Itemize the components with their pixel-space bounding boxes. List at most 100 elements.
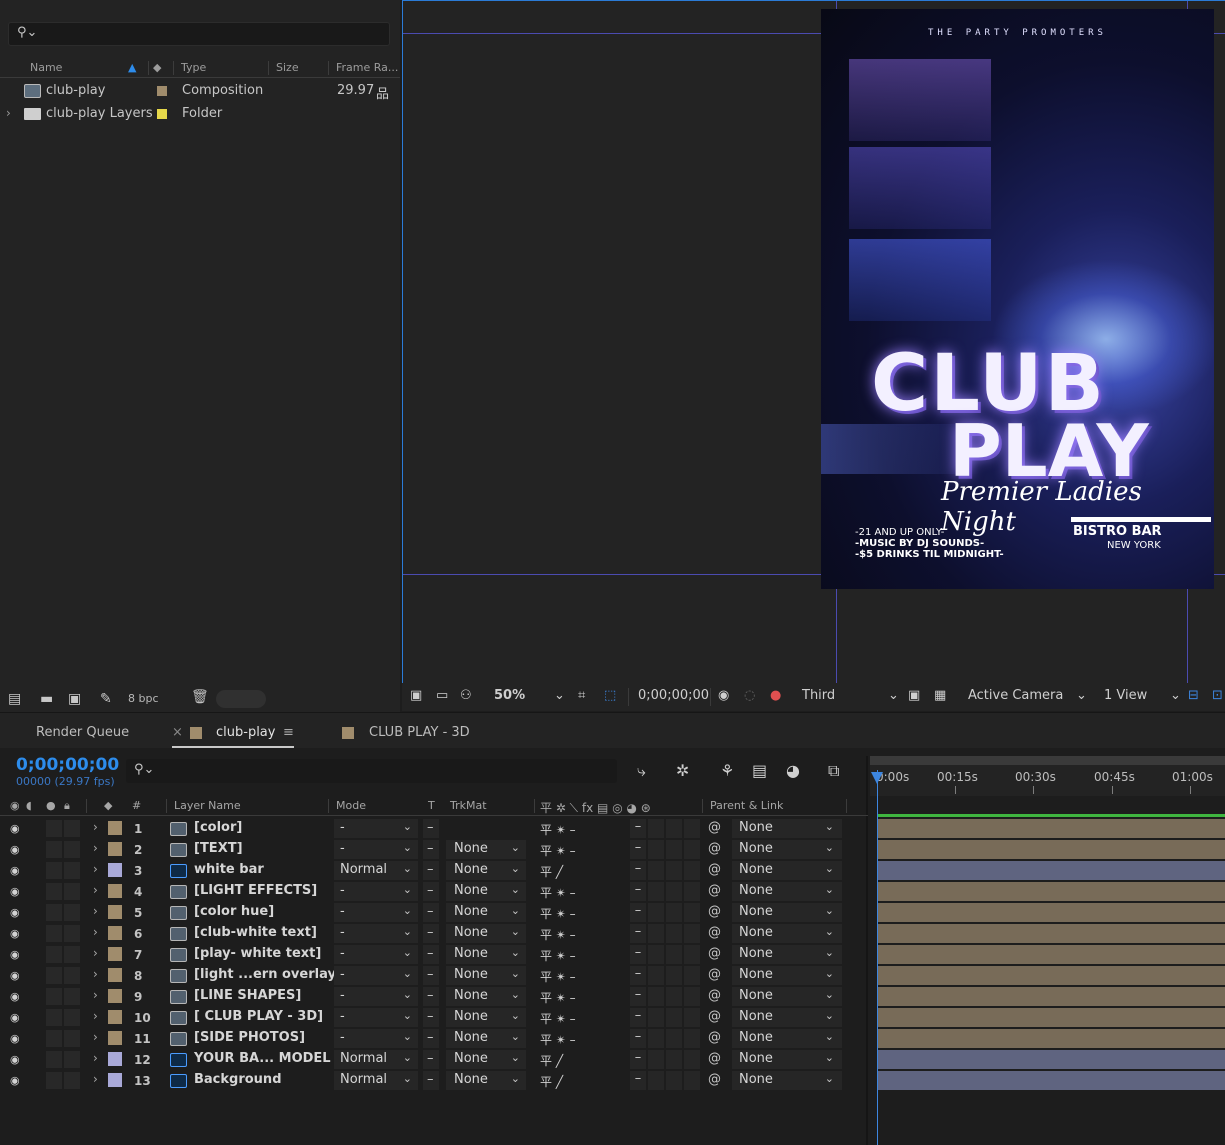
composition-viewer[interactable]: THE PARTY PROMOTERS CLUB PLAY Premier La…: [402, 0, 1225, 684]
layer-name[interactable]: [club-white text]: [194, 925, 317, 940]
current-time[interactable]: 0;00;00;00: [16, 755, 119, 775]
mask-icon[interactable]: ⚇: [460, 688, 472, 703]
parent-select[interactable]: None ⌄: [732, 945, 842, 964]
layer-duration-bar[interactable]: [878, 1008, 1225, 1027]
lock-toggle[interactable]: [64, 862, 80, 879]
label-swatch[interactable]: [108, 968, 122, 982]
chevron-down-icon[interactable]: ⌄: [554, 688, 565, 703]
pick-whip-icon[interactable]: @: [708, 1051, 721, 1066]
layer-switches[interactable]: 平 ✴ –: [540, 989, 576, 1006]
layer-row[interactable]: ◉ › 5 [color hue] - ⌄ – None ⌄ 平 ✴ – – @ None ⌄: [0, 902, 868, 923]
trkmat-select[interactable]: None ⌄: [446, 861, 526, 880]
solo-toggle[interactable]: [46, 862, 62, 879]
layer-row[interactable]: ◉ › 11 [SIDE PHOTOS] - ⌄ – None ⌄ 平 ✴ – – @ None ⌄: [0, 1028, 868, 1049]
preserve-transparency-toggle[interactable]: –: [423, 840, 439, 859]
project-search-input[interactable]: ⚲⌄: [8, 22, 390, 46]
layer-row[interactable]: ◉ › 10[ CLUB PLAY - 3D] - ⌄ – None ⌄ 平 ✴ – – @ None…: [0, 1007, 868, 1028]
pick-whip-icon[interactable]: @: [708, 883, 721, 898]
column-name[interactable]: Name: [30, 61, 62, 74]
layer-name[interactable]: [LIGHT EFFECTS]: [194, 883, 317, 898]
layer-switches[interactable]: 平 ╱: [540, 863, 563, 880]
preserve-transparency-toggle[interactable]: –: [423, 1008, 439, 1027]
solo-toggle[interactable]: [46, 904, 62, 921]
layer-duration-bar[interactable]: [878, 945, 1225, 964]
layer-name[interactable]: [TEXT]: [194, 841, 243, 856]
eye-icon[interactable]: ◉: [10, 1011, 20, 1024]
region-of-interest-icon[interactable]: ⬚: [604, 688, 616, 703]
preserve-transparency-toggle[interactable]: –: [423, 987, 439, 1006]
expand-chevron-icon[interactable]: ›: [93, 1051, 98, 1065]
layer-row[interactable]: ◉ › 13 Background Normal ⌄ – None ⌄ 平 ╱ – @ None ⌄: [0, 1070, 868, 1091]
layer-name[interactable]: white bar: [194, 862, 264, 877]
lock-toggle[interactable]: [64, 1030, 80, 1047]
solo-icon[interactable]: ●: [46, 799, 56, 812]
project-item-composition[interactable]: club-play Composition 29.97 品: [0, 80, 400, 102]
layer-row[interactable]: ◉ › 8 [light ...ern overlay] - ⌄ – None ⌄ 平 ✴ – – @…: [0, 965, 868, 986]
preserve-transparency-toggle[interactable]: –: [423, 903, 439, 922]
layer-name[interactable]: [color hue]: [194, 904, 274, 919]
layer-name[interactable]: [light ...ern overlay]: [194, 967, 342, 982]
tab-menu-icon[interactable]: ≡: [283, 725, 294, 740]
expand-chevron-icon[interactable]: ›: [6, 106, 11, 120]
expand-chevron-icon[interactable]: ›: [93, 904, 98, 918]
blend-mode-select[interactable]: Normal ⌄: [334, 1050, 418, 1069]
blend-mode-select[interactable]: Normal ⌄: [334, 1071, 418, 1090]
solo-toggle[interactable]: [46, 820, 62, 837]
layer-row[interactable]: ◉ › 12 YOUR BA... MODEL Normal ⌄ – None ⌄ 平 ╱ – @ No…: [0, 1049, 868, 1070]
hide-shy-layers-icon[interactable]: ⚘: [720, 761, 734, 780]
expand-chevron-icon[interactable]: ›: [93, 820, 98, 834]
lock-toggle[interactable]: [64, 988, 80, 1005]
parent-select[interactable]: None ⌄: [732, 987, 842, 1006]
playhead-handle[interactable]: [871, 772, 883, 784]
viewer-timecode[interactable]: 0;00;00;00: [638, 688, 709, 703]
trkmat-select[interactable]: None ⌄: [446, 945, 526, 964]
eye-icon[interactable]: ◉: [10, 1053, 20, 1066]
camera-select[interactable]: Active Camera: [968, 688, 1063, 703]
bit-depth-button[interactable]: 8 bpc: [128, 692, 159, 705]
layer-switches[interactable]: 平 ✴ –: [540, 968, 576, 985]
parent-select[interactable]: None ⌄: [732, 882, 842, 901]
chevron-down-icon[interactable]: ⌄: [888, 688, 899, 703]
pick-whip-icon[interactable]: @: [708, 988, 721, 1003]
resolution-select[interactable]: Third: [802, 688, 835, 703]
pick-whip-icon[interactable]: @: [708, 946, 721, 961]
draft-3d-icon[interactable]: ✲: [676, 761, 689, 780]
parent-select[interactable]: None ⌄: [732, 819, 842, 838]
layer-switch-cells[interactable]: –: [630, 840, 700, 859]
sort-asc-icon[interactable]: ▲: [128, 61, 136, 74]
layer-row[interactable]: ◉ › 6 [club-white text] - ⌄ – None ⌄ 平 ✴ – – @ None ⌄: [0, 923, 868, 944]
pick-whip-icon[interactable]: @: [708, 820, 721, 835]
lock-icon[interactable]: 🔒︎: [64, 799, 70, 813]
layer-switch-cells[interactable]: –: [630, 1050, 700, 1069]
layer-switch-cells[interactable]: –: [630, 1008, 700, 1027]
label-swatch[interactable]: [157, 86, 167, 96]
blend-mode-select[interactable]: - ⌄: [334, 924, 418, 943]
preview-icon[interactable]: ▣: [410, 688, 422, 703]
adjust-project-settings-icon[interactable]: ✎: [100, 691, 112, 707]
preserve-transparency-toggle[interactable]: –: [423, 861, 439, 880]
lock-toggle[interactable]: [64, 820, 80, 837]
lock-toggle[interactable]: [64, 841, 80, 858]
time-ruler[interactable]: 0:00s 00:15s 00:30s 00:45s 01:00s: [870, 756, 1225, 796]
layer-name[interactable]: [play- white text]: [194, 946, 321, 961]
fast-preview-icon[interactable]: ▣: [908, 688, 920, 703]
layer-switches[interactable]: 平 ✴ –: [540, 1010, 576, 1027]
trkmat-select[interactable]: None ⌄: [446, 924, 526, 943]
layer-switch-cells[interactable]: –: [630, 819, 700, 838]
expand-chevron-icon[interactable]: ›: [93, 841, 98, 855]
pick-whip-icon[interactable]: @: [708, 862, 721, 877]
eye-icon[interactable]: ◉: [10, 927, 20, 940]
toggle-pixel-aspect-icon[interactable]: ⊟: [1188, 688, 1199, 703]
eye-icon[interactable]: ◉: [10, 822, 20, 835]
layer-name[interactable]: [SIDE PHOTOS]: [194, 1030, 305, 1045]
parent-select[interactable]: None ⌄: [732, 861, 842, 880]
label-swatch[interactable]: [108, 863, 122, 877]
new-folder-icon[interactable]: ▬: [40, 691, 53, 707]
blend-mode-select[interactable]: - ⌄: [334, 903, 418, 922]
layer-row[interactable]: ◉ › 1 [color] - ⌄ – 平 ✴ – – @ None ⌄: [0, 818, 868, 839]
layer-duration-bar[interactable]: [878, 1029, 1225, 1048]
layer-name[interactable]: [color]: [194, 820, 242, 835]
lock-toggle[interactable]: [64, 967, 80, 984]
layer-switch-cells[interactable]: –: [630, 924, 700, 943]
expand-chevron-icon[interactable]: ›: [93, 988, 98, 1002]
